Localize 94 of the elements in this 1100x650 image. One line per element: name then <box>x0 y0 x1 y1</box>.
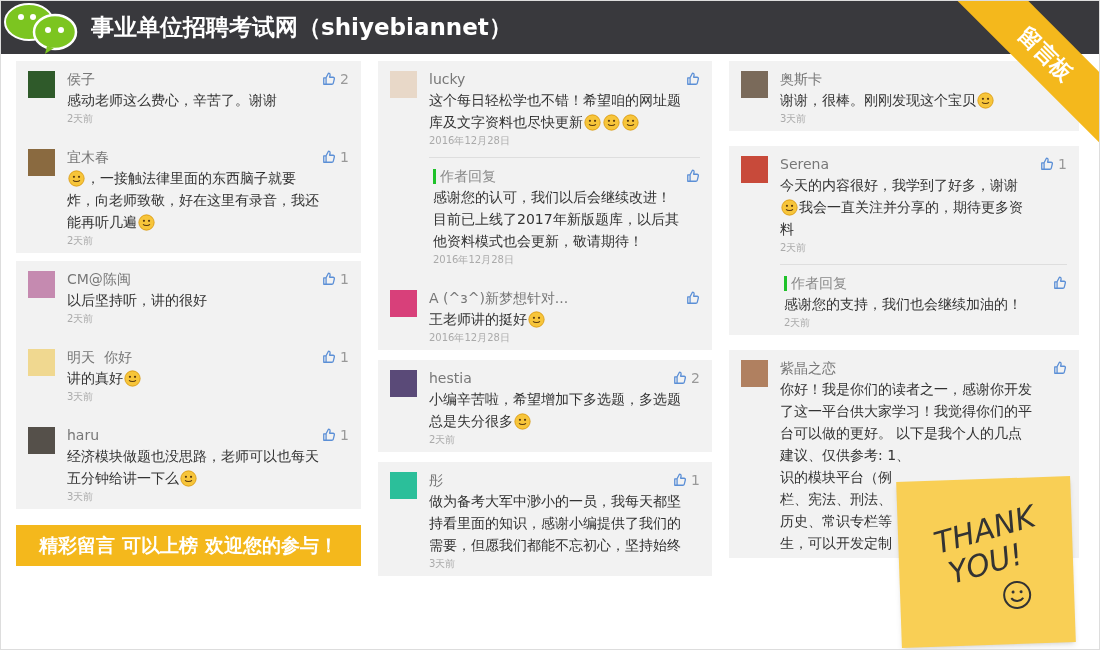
thumbs-up-icon[interactable] <box>686 291 700 305</box>
comment-text: 了这一平台供大家学习！我觉得你们的平 <box>780 402 1032 421</box>
comment-text: 经济模块做题也没思路，老师可以也每天 <box>67 447 319 466</box>
comment-text: 谢谢，很棒。刚刚发现这个宝贝 <box>780 91 976 110</box>
thumbs-up-icon[interactable] <box>1053 276 1067 290</box>
like-count: 1 <box>340 147 349 167</box>
smiley-emoji-icon <box>124 369 141 387</box>
thumbs-up-icon[interactable] <box>686 72 700 86</box>
comment-date: 3天前 <box>429 557 456 571</box>
comment-date: 2天前 <box>780 241 807 255</box>
comment-text: 讲的真好 <box>67 369 123 388</box>
commenter-name: 侯子 <box>67 69 95 89</box>
author-reply-label: 作者回复 <box>784 275 847 291</box>
like-count: 2 <box>340 69 349 89</box>
comment-text: 能再听几遍 <box>67 213 137 232</box>
commenter-name: 奥斯卡 <box>780 69 822 89</box>
comment-text: 总是失分很多 <box>429 412 513 431</box>
comment-text: 目前已上线了2017年新版题库，以后其 <box>433 210 679 229</box>
thumbs-up-icon[interactable] <box>673 473 688 487</box>
thumbs-up-icon[interactable] <box>686 169 700 183</box>
commenter-name: 紫晶之恋 <box>780 358 836 378</box>
smiley-emoji-icon <box>603 113 620 131</box>
comment-date: 2天前 <box>429 433 456 447</box>
commenter-name: haru <box>67 425 100 445</box>
ribbon-text: 留言板 <box>1012 20 1080 89</box>
smiley-emoji-icon <box>622 113 639 131</box>
commenter-name: lucky <box>429 69 466 89</box>
like-count: 1 <box>340 269 349 289</box>
smiley-emoji-icon <box>514 412 531 430</box>
comment-date: 3天前 <box>67 390 94 404</box>
comment-text: 小编辛苦啦，希望增加下多选题，多选题 <box>429 390 681 409</box>
comment-text: 持看里面的知识，感谢小编提供了我们的 <box>429 514 681 533</box>
comment-text: 五分钟给讲一下么 <box>67 469 179 488</box>
thumbs-up-icon[interactable] <box>1040 157 1055 171</box>
comment-date: 3天前 <box>67 490 94 504</box>
comment-text: 感谢您的支持，我们也会继续加油的！ <box>784 295 1022 314</box>
smiley-emoji-icon <box>781 198 798 216</box>
commenter-name: 明天 你好 <box>67 347 132 367</box>
comment-date: 2天前 <box>67 312 94 326</box>
commenter-name: 宜木春 <box>67 147 109 167</box>
comment-text: 他资料模式也会更新，敬请期待！ <box>433 232 643 251</box>
comment-text: 以后坚持听，讲的很好 <box>67 291 207 310</box>
promo-banner: 精彩留言 可以上榜 欢迎您的参与！ <box>16 525 361 566</box>
like-count: 1 <box>340 425 349 445</box>
comment-date: 3天前 <box>780 112 807 126</box>
thumbs-up-icon[interactable] <box>322 272 337 286</box>
like-count: 1 <box>340 347 349 367</box>
comment-text: 历史、常识专栏等 <box>780 512 892 531</box>
comment-text: 这个每日轻松学也不错！希望咱的网址题 <box>429 91 681 110</box>
thumbs-up-icon[interactable] <box>322 428 337 442</box>
comment-text: 台可以做的更好。 以下是我个人的几点 <box>780 424 1023 443</box>
thumbs-up-icon[interactable] <box>322 350 337 364</box>
comment-text: 王老师讲的挺好 <box>429 310 527 329</box>
reply-date: 2016年12月28日 <box>433 253 514 267</box>
like-count: 1 <box>1058 154 1067 174</box>
comment-text: 建议、仅供参考: 1、 <box>780 446 911 465</box>
site-title: 事业单位招聘考试网（shiyebiannet） <box>91 13 512 43</box>
comment-text: 库及文字资料也尽快更新 <box>429 113 583 132</box>
commenter-name: hestia <box>429 368 472 388</box>
commenter-name: Serena <box>780 154 829 174</box>
comment-text: 做为备考大军中渺小的一员，我每天都坚 <box>429 492 681 511</box>
smiley-emoji-icon <box>138 213 155 231</box>
like-count: 1 <box>691 470 700 490</box>
author-reply-label: 作者回复 <box>433 168 496 184</box>
commenter-name: 彤 <box>429 470 443 490</box>
smiley-emoji-icon <box>68 169 85 187</box>
comment-date: 2天前 <box>67 112 94 126</box>
comment-text: 你好！我是你们的读者之一，感谢你开发 <box>780 380 1032 399</box>
smiley-emoji-icon <box>180 469 197 487</box>
comment-date: 2016年12月28日 <box>429 331 510 345</box>
smiley-emoji-icon <box>977 91 994 109</box>
smiley-emoji-icon <box>584 113 601 131</box>
comment-text: 生，可以开发定制 <box>780 534 892 553</box>
comment-date: 2天前 <box>67 234 94 248</box>
thumbs-up-icon[interactable] <box>1053 361 1067 375</box>
reply-date: 2天前 <box>784 316 811 330</box>
comment-text: 今天的内容很好，我学到了好多，谢谢 <box>780 176 1018 195</box>
comment-date: 2016年12月28日 <box>429 134 510 148</box>
comment-text: 料 <box>780 220 794 239</box>
comment-text: 识的模块平台（例 <box>780 468 892 487</box>
comment-text: 炸，向老师致敬，好在这里有录音，我还 <box>67 191 319 210</box>
thumbs-up-icon[interactable] <box>322 72 337 86</box>
comment-text: ，一接触法律里面的东西脑子就要 <box>86 169 296 188</box>
smiley-emoji-icon <box>528 310 545 328</box>
comment-text: 感谢您的认可，我们以后会继续改进！ <box>433 188 671 207</box>
comment-text: 栏、宪法、刑法、 <box>780 490 892 509</box>
comment-text: 需要，但愿我们都能不忘初心，坚持始终 <box>429 536 681 555</box>
comment-text: 我会一直关注并分享的，期待更多资 <box>799 198 1023 217</box>
commenter-name: A (^з^)新梦想针对... <box>429 288 569 308</box>
like-count: 2 <box>691 368 700 388</box>
comment-text: 感动老师这么费心，辛苦了。谢谢 <box>67 91 277 110</box>
thumbs-up-icon[interactable] <box>322 150 337 164</box>
commenter-name: CM@陈闽 <box>67 269 131 289</box>
thumbs-up-icon[interactable] <box>673 371 688 385</box>
